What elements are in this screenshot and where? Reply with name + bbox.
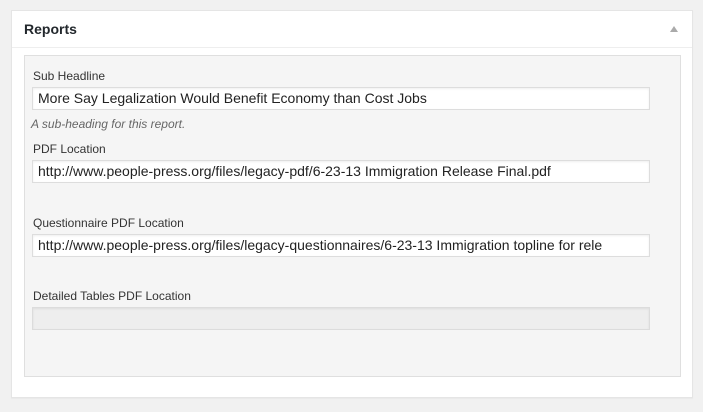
detailed-tables-pdf-location-input[interactable] xyxy=(32,307,650,330)
report-fields-panel: Sub Headline More Say Legalization Would… xyxy=(24,55,681,377)
detailed-tables-pdf-location-label: Detailed Tables PDF Location xyxy=(33,289,191,303)
pdf-location-label: PDF Location xyxy=(33,142,106,156)
sub-headline-input[interactable]: More Say Legalization Would Benefit Econ… xyxy=(32,87,650,110)
metabox-header[interactable]: Reports xyxy=(12,11,692,48)
sub-headline-label: Sub Headline xyxy=(33,69,106,83)
sub-headline-description: A sub-heading for this report. xyxy=(31,117,186,131)
triangle-up-icon[interactable] xyxy=(668,23,680,35)
questionnaire-pdf-location-input[interactable]: http://www.people-press.org/files/legacy… xyxy=(32,234,650,257)
pdf-location-input[interactable]: http://www.people-press.org/files/legacy… xyxy=(32,160,650,183)
questionnaire-pdf-location-label: Questionnaire PDF Location xyxy=(33,216,184,230)
metabox-title: Reports xyxy=(24,21,77,37)
reports-metabox: Reports Sub Headline More Say Legalizati… xyxy=(11,10,693,398)
